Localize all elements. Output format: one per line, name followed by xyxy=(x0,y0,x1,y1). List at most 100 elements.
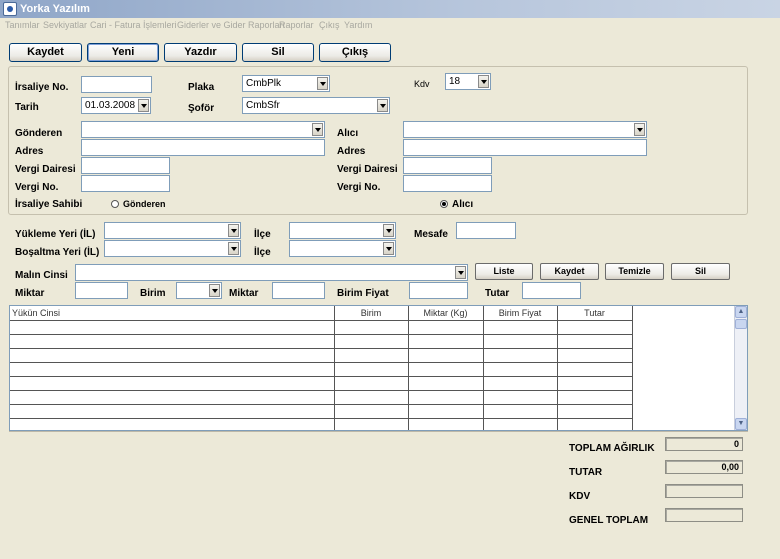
kdv-select[interactable]: 18 xyxy=(445,73,491,90)
table-cell[interactable] xyxy=(334,334,409,349)
table-cell[interactable] xyxy=(557,418,633,430)
gonderen-adres-input[interactable] xyxy=(81,139,325,156)
alici-adres-input[interactable] xyxy=(403,139,647,156)
gonderen-select[interactable] xyxy=(81,121,325,138)
bosaltma-yeri-select[interactable] xyxy=(104,240,241,257)
table-cell[interactable] xyxy=(408,362,484,377)
table-cell[interactable] xyxy=(483,362,558,377)
chevron-down-icon[interactable] xyxy=(138,99,149,112)
table-cell[interactable] xyxy=(408,376,484,391)
scroll-down-icon[interactable]: ▼ xyxy=(735,418,747,430)
table-row[interactable] xyxy=(10,390,633,405)
table-cell[interactable] xyxy=(408,418,484,430)
chevron-down-icon[interactable] xyxy=(455,266,466,279)
sahibi-alici-radio[interactable] xyxy=(440,200,448,208)
table-cell[interactable] xyxy=(557,376,633,391)
chevron-down-icon[interactable] xyxy=(383,224,394,237)
menu-yardim[interactable]: Yardım xyxy=(344,20,372,30)
table-row[interactable] xyxy=(10,320,633,335)
miktar2-input[interactable] xyxy=(272,282,325,299)
menu-raporlar[interactable]: Raporlar xyxy=(279,20,314,30)
table-cell[interactable] xyxy=(483,320,558,335)
print-button[interactable]: Yazdır xyxy=(164,43,237,62)
table-cell[interactable] xyxy=(408,348,484,363)
yukleme-ilce-select[interactable] xyxy=(289,222,396,239)
table-cell[interactable] xyxy=(10,348,335,363)
tarih-picker[interactable]: 01.03.2008 xyxy=(81,97,151,114)
clear-button[interactable]: Temizle xyxy=(605,263,664,280)
table-cell[interactable] xyxy=(10,320,335,335)
alici-vergi-no-input[interactable] xyxy=(403,175,492,192)
table-cell[interactable] xyxy=(557,320,633,335)
gonderen-vergi-no-input[interactable] xyxy=(81,175,170,192)
table-cell[interactable] xyxy=(483,376,558,391)
alici-vergi-dairesi-input[interactable] xyxy=(403,157,492,174)
column-header-birim-fiyat[interactable]: Birim Fiyat xyxy=(483,306,558,321)
menu-cari-fatura[interactable]: Cari - Fatura İşlemleri xyxy=(90,20,177,30)
table-cell[interactable] xyxy=(334,320,409,335)
chevron-down-icon[interactable] xyxy=(478,75,489,88)
menu-tanimlar[interactable]: Tanımlar xyxy=(5,20,40,30)
items-grid[interactable]: Yükün Cinsi Birim Miktar (Kg) Birim Fiya… xyxy=(9,305,748,431)
tutar-input[interactable] xyxy=(522,282,581,299)
menu-giderler[interactable]: Giderler ve Gider Raporları xyxy=(177,20,285,30)
chevron-down-icon[interactable] xyxy=(634,123,645,136)
item-delete-button[interactable]: Sil xyxy=(671,263,730,280)
table-cell[interactable] xyxy=(483,418,558,430)
column-header-tutar[interactable]: Tutar xyxy=(557,306,633,321)
table-cell[interactable] xyxy=(334,362,409,377)
table-cell[interactable] xyxy=(10,404,335,419)
table-row[interactable] xyxy=(10,376,633,391)
sahibi-gonderen-radio[interactable] xyxy=(111,200,119,208)
chevron-down-icon[interactable] xyxy=(377,99,388,112)
bosaltma-ilce-select[interactable] xyxy=(289,240,396,257)
table-cell[interactable] xyxy=(408,334,484,349)
chevron-down-icon[interactable] xyxy=(312,123,323,136)
table-cell[interactable] xyxy=(10,362,335,377)
table-cell[interactable] xyxy=(334,418,409,430)
scroll-up-icon[interactable]: ▲ xyxy=(735,306,747,318)
malin-cinsi-select[interactable] xyxy=(75,264,468,281)
column-header-yukun-cinsi[interactable]: Yükün Cinsi xyxy=(10,306,335,321)
chevron-down-icon[interactable] xyxy=(228,242,239,255)
table-cell[interactable] xyxy=(334,404,409,419)
column-header-birim[interactable]: Birim xyxy=(334,306,409,321)
irsaliye-no-input[interactable] xyxy=(81,76,152,93)
birim-fiyat-input[interactable] xyxy=(409,282,468,299)
table-cell[interactable] xyxy=(483,404,558,419)
table-cell[interactable] xyxy=(334,390,409,405)
list-button[interactable]: Liste xyxy=(475,263,533,280)
table-cell[interactable] xyxy=(10,334,335,349)
chevron-down-icon[interactable] xyxy=(228,224,239,237)
delete-button[interactable]: Sil xyxy=(242,43,314,62)
table-cell[interactable] xyxy=(10,390,335,405)
table-cell[interactable] xyxy=(10,376,335,391)
table-cell[interactable] xyxy=(334,376,409,391)
menu-cikis[interactable]: Çıkış xyxy=(319,20,340,30)
exit-button[interactable]: Çıkış xyxy=(319,43,391,62)
chevron-down-icon[interactable] xyxy=(383,242,394,255)
table-cell[interactable] xyxy=(483,348,558,363)
sofor-select[interactable]: CmbSfr xyxy=(242,97,390,114)
mesafe-input[interactable] xyxy=(456,222,516,239)
table-cell[interactable] xyxy=(557,390,633,405)
grid-vertical-scrollbar[interactable]: ▲ ▼ xyxy=(734,306,747,430)
table-row[interactable] xyxy=(10,404,633,419)
table-cell[interactable] xyxy=(557,404,633,419)
table-cell[interactable] xyxy=(334,348,409,363)
table-row[interactable] xyxy=(10,418,633,430)
gonderen-vergi-dairesi-input[interactable] xyxy=(81,157,170,174)
chevron-down-icon[interactable] xyxy=(317,77,328,90)
item-save-button[interactable]: Kaydet xyxy=(540,263,599,280)
save-button[interactable]: Kaydet xyxy=(9,43,82,62)
table-cell[interactable] xyxy=(483,390,558,405)
table-cell[interactable] xyxy=(408,404,484,419)
column-header-miktar[interactable]: Miktar (Kg) xyxy=(408,306,484,321)
yukleme-yeri-select[interactable] xyxy=(104,222,241,239)
table-row[interactable] xyxy=(10,348,633,363)
scrollbar-thumb[interactable] xyxy=(735,319,747,329)
table-row[interactable] xyxy=(10,362,633,377)
new-button[interactable]: Yeni xyxy=(87,43,159,62)
table-row[interactable] xyxy=(10,334,633,349)
birim-select[interactable] xyxy=(176,282,222,299)
